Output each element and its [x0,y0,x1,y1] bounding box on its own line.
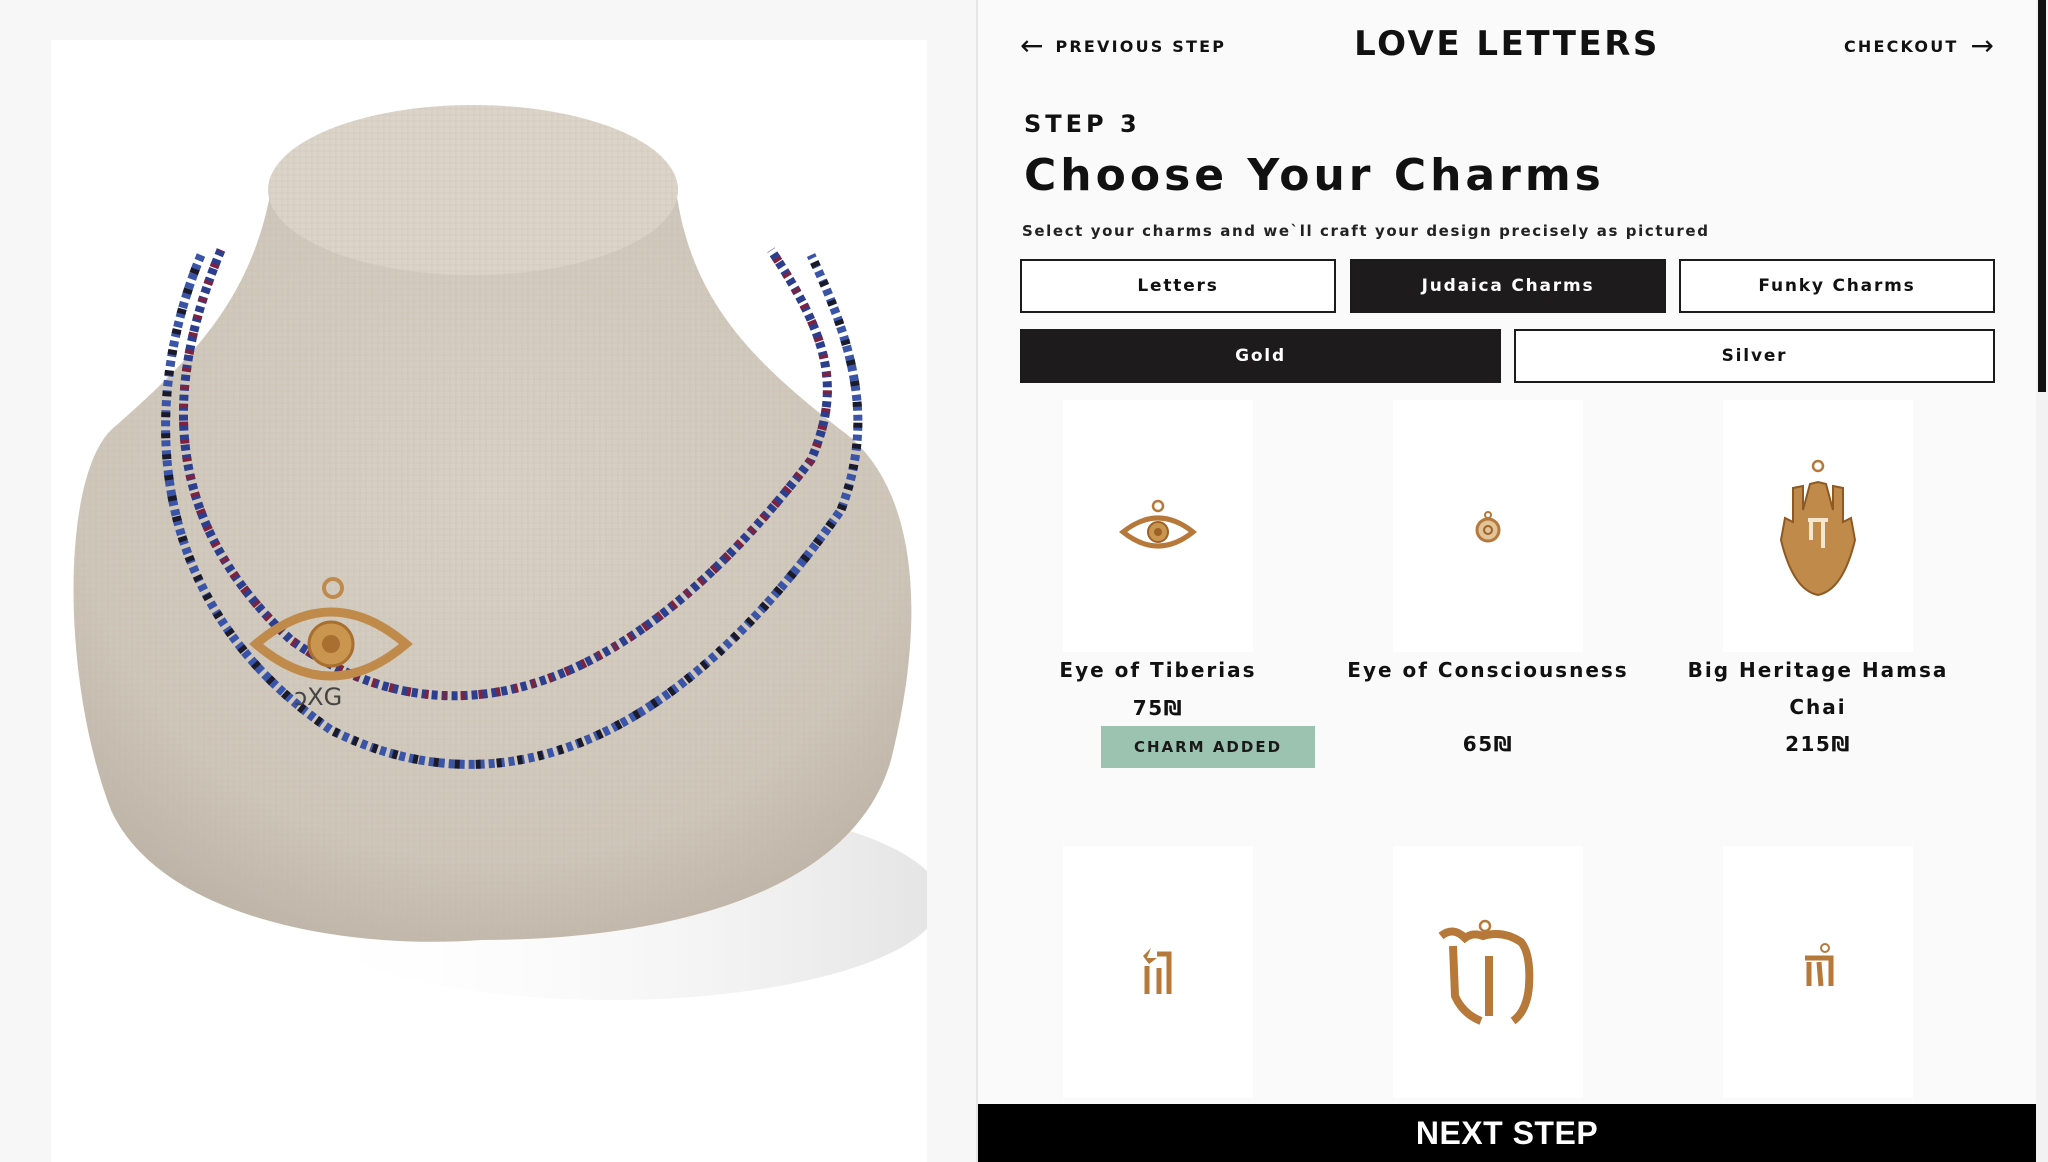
preview-watermark: ↄXG [294,683,342,711]
charm-image[interactable] [1723,400,1913,652]
checkout-link[interactable]: CHECKOUT → [1844,32,1994,60]
charm-card[interactable] [1668,846,1968,1106]
top-navigation: ← PREVIOUS STEP LOVE LETTERS CHECKOUT → [978,0,2036,90]
charm-price: 75₪ [1132,696,1184,720]
charm-image[interactable] [1063,846,1253,1098]
charm-card[interactable]: Big Heritage Hamsa Chai 215₪ [1668,400,1968,780]
charm-name: Big Heritage Hamsa Chai [1687,658,1949,719]
metal-silver-button[interactable]: Silver [1514,329,1995,383]
charm-image[interactable] [1063,400,1253,652]
charm-name: Eye of Tiberias [1059,658,1257,682]
charm-price: 215₪ [1785,732,1851,756]
page-title: Choose Your Charms [1024,150,1605,201]
small-chai-charm-icon [1805,943,1834,987]
charm-builder-panel: ← PREVIOUS STEP LOVE LETTERS CHECKOUT → … [978,0,2036,1162]
step-number: STEP 3 [1024,110,1141,138]
tab-letters[interactable]: Letters [1020,259,1336,313]
arrow-right-icon: → [1970,29,1994,62]
bust-illustration: ↄXG [73,105,927,1000]
necklace-preview-image: ↄXG [51,40,927,1162]
scrollbar-thumb[interactable] [2038,0,2046,392]
tab-funky-charms[interactable]: Funky Charms [1679,259,1995,313]
big-chai-charm-icon [1438,919,1534,1025]
charm-image[interactable] [1393,400,1583,652]
charm-card[interactable]: Eye of Consciousness 65₪ [1338,400,1638,780]
charm-card[interactable] [1338,846,1638,1106]
charm-price: 65₪ [1462,732,1514,756]
charm-card[interactable]: Eye of Tiberias 75₪ CHARM ADDED [1008,400,1315,780]
tab-judaica-charms[interactable]: Judaica Charms [1350,259,1666,313]
charm-image[interactable] [1393,846,1583,1098]
next-step-button[interactable]: NEXT STEP [978,1104,2036,1162]
checkout-label: CHECKOUT [1843,36,1959,56]
charm-name: Eye of Consciousness [1347,658,1629,682]
eye-charm-icon [1118,499,1198,549]
small-eye-charm-icon [1475,511,1501,543]
page-subtitle: Select your charms and we`ll craft your … [1022,222,1710,240]
star-chai-charm-icon [1143,948,1172,994]
charm-added-button[interactable]: CHARM ADDED [1101,726,1315,768]
metal-gold-button[interactable]: Gold [1020,329,1501,383]
hamsa-charm-icon [1779,459,1857,597]
charm-image[interactable] [1723,846,1913,1098]
charm-card[interactable] [1008,846,1308,1106]
